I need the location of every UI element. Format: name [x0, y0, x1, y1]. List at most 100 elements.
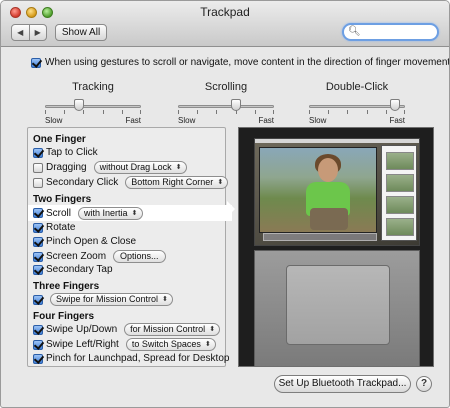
preview-dock: [263, 233, 377, 241]
swipe-left-right-label: Swipe Left/Right: [46, 339, 119, 350]
rotate-label: Rotate: [46, 222, 76, 233]
screen-zoom-checkbox[interactable]: [33, 251, 43, 262]
swipe-up-down-row: Swipe Up/Down for Mission Control ⬍: [33, 323, 221, 336]
swipe-left-right-checkbox[interactable]: [33, 339, 43, 350]
one-finger-heading: One Finger: [33, 134, 86, 145]
popup-value: to Switch Spaces: [131, 339, 201, 349]
scroll-direction-label: When using gestures to scroll or navigat…: [45, 57, 450, 68]
slider-min-label: Slow: [45, 116, 63, 125]
tap-to-click-checkbox[interactable]: [33, 147, 43, 158]
scroll-checkbox[interactable]: [33, 208, 43, 218]
navigation-segmented-control: ◀ ▶: [11, 24, 47, 41]
three-finger-swipe-popup[interactable]: Swipe for Mission Control ⬍: [50, 293, 174, 306]
slider-min-label: Slow: [309, 116, 327, 125]
selection-pointer: [227, 201, 235, 217]
popup-value: Swipe for Mission Control: [56, 294, 159, 304]
four-fingers-heading: Four Fingers: [33, 311, 95, 322]
gesture-preview-video: [238, 127, 434, 367]
slider-track: [45, 105, 141, 108]
popup-arrows-icon: ⬍: [131, 209, 138, 217]
tracking-slider[interactable]: [45, 99, 142, 115]
swipe-up-down-label: Swipe Up/Down: [46, 324, 118, 335]
dragging-checkbox[interactable]: [33, 162, 43, 173]
pinch-launchpad-row: Pinch for Launchpad, Spread for Desktop: [33, 353, 229, 364]
popup-arrows-icon: ⬍: [205, 341, 211, 348]
popup-arrows-icon: ⬍: [175, 164, 182, 171]
set-up-bluetooth-trackpad-button[interactable]: Set Up Bluetooth Trackpad...: [274, 375, 411, 393]
slider-knob[interactable]: [390, 99, 401, 111]
double-click-slider[interactable]: [309, 99, 406, 115]
two-fingers-heading: Two Fingers: [33, 194, 92, 205]
preview-menubar: [255, 139, 419, 143]
trackpad-surface-illustration: [286, 265, 390, 345]
title-bar: Trackpad ◀ ▶ Show All 🔍︎: [1, 1, 449, 47]
slider-max-label: Fast: [125, 116, 141, 125]
three-finger-swipe-row: Swipe for Mission Control ⬍: [33, 293, 174, 306]
secondary-click-row: Secondary Click Bottom Right Corner ⬍: [33, 176, 229, 189]
three-fingers-heading: Three Fingers: [33, 281, 100, 292]
slider-max-label: Fast: [389, 116, 405, 125]
slider-knob[interactable]: [230, 99, 241, 111]
search-input[interactable]: [360, 26, 434, 38]
popup-arrows-icon: ⬍: [209, 326, 216, 333]
swipe-up-down-checkbox[interactable]: [33, 324, 43, 335]
swipe-left-right-row: Swipe Left/Right to Switch Spaces ⬍: [33, 338, 216, 351]
secondary-tap-row: Secondary Tap: [33, 264, 113, 275]
trackpad-preferences-window: Trackpad ◀ ▶ Show All 🔍︎ When using gest…: [0, 0, 450, 408]
screen-zoom-label: Screen Zoom: [46, 251, 107, 262]
double-click-slider-title: Double-Click: [325, 81, 389, 93]
pinch-checkbox[interactable]: [33, 236, 43, 247]
popup-value: Bottom Right Corner: [131, 177, 214, 187]
swipe-up-down-popup[interactable]: for Mission Control ⬍: [124, 323, 221, 336]
tracking-slider-title: Tracking: [72, 81, 114, 93]
popup-arrows-icon: ⬍: [162, 296, 169, 303]
popup-value: with Inertia: [84, 207, 128, 218]
rotate-checkbox[interactable]: [33, 222, 43, 233]
tap-to-click-label: Tap to Click: [46, 147, 98, 158]
dragging-label: Dragging: [46, 162, 87, 173]
scroll-label: Scroll: [46, 207, 72, 219]
secondary-tap-checkbox[interactable]: [33, 264, 43, 275]
preview-screen: [254, 138, 420, 246]
window-title: Trackpad: [200, 5, 250, 19]
pinch-row: Pinch Open & Close: [33, 236, 136, 247]
popup-value: without Drag Lock: [99, 162, 172, 172]
secondary-click-popup[interactable]: Bottom Right Corner ⬍: [125, 176, 229, 189]
swipe-left-right-popup[interactable]: to Switch Spaces ⬍: [125, 338, 216, 351]
scrolling-slider[interactable]: [178, 99, 275, 115]
secondary-tap-label: Secondary Tap: [46, 264, 113, 275]
popup-arrows-icon: ⬍: [217, 179, 224, 186]
zoom-options-button[interactable]: Options...: [113, 250, 166, 263]
dragging-mode-popup[interactable]: without Drag Lock ⬍: [93, 161, 187, 174]
screen-zoom-row: Screen Zoom Options...: [33, 250, 166, 263]
slider-track: [178, 105, 274, 108]
scroll-direction-row: When using gestures to scroll or navigat…: [31, 57, 450, 68]
tracking-slider-group: Tracking Slow Fast: [45, 81, 142, 125]
help-button[interactable]: ?: [416, 376, 432, 392]
scroll-mode-popup[interactable]: with Inertia ⬍: [78, 206, 143, 220]
popup-value: for Mission Control: [130, 324, 206, 334]
double-click-slider-group: Double-Click Slow Fast: [309, 81, 406, 125]
scrolling-slider-group: Scrolling Slow Fast: [178, 81, 275, 125]
scroll-row-selected[interactable]: Scroll with Inertia ⬍: [28, 205, 232, 221]
scrolling-slider-title: Scrolling: [204, 81, 248, 93]
scroll-direction-checkbox[interactable]: [31, 57, 41, 68]
gesture-settings-panel: One Finger Tap to Click Dragging without…: [27, 127, 232, 367]
slider-min-label: Slow: [178, 116, 196, 125]
slider-knob[interactable]: [73, 99, 84, 111]
forward-arrow-icon[interactable]: ▶: [28, 25, 47, 40]
pinch-label: Pinch Open & Close: [46, 236, 137, 247]
show-all-button[interactable]: Show All: [55, 24, 107, 41]
secondary-click-label: Secondary Click: [46, 177, 119, 188]
magnifier-icon: 🔍︎: [348, 26, 361, 37]
preview-photo: [259, 147, 377, 233]
pinch-launchpad-label: Pinch for Launchpad, Spread for Desktop: [46, 353, 230, 364]
dragging-row: Dragging without Drag Lock ⬍: [33, 161, 187, 174]
pinch-launchpad-checkbox[interactable]: [33, 353, 43, 364]
search-field[interactable]: 🔍︎: [342, 23, 439, 41]
back-arrow-icon[interactable]: ◀: [12, 25, 29, 40]
three-finger-swipe-checkbox[interactable]: [33, 294, 43, 305]
tap-to-click-row: Tap to Click: [33, 147, 98, 158]
preview-side-window: [381, 145, 417, 241]
secondary-click-checkbox[interactable]: [33, 177, 43, 188]
